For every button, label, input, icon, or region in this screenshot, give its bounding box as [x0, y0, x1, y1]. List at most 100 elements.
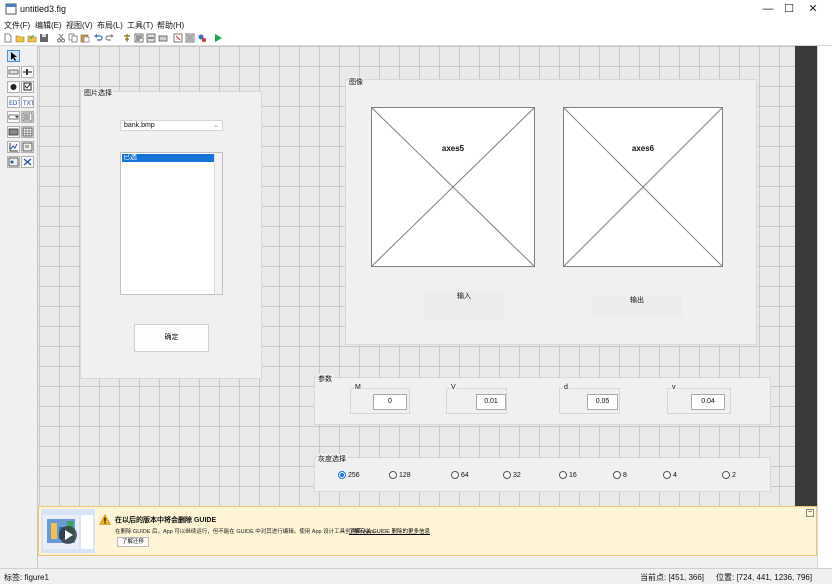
align-icon[interactable] [122, 33, 132, 43]
redo-icon[interactable] [105, 33, 115, 43]
popup-menu-icon [8, 114, 19, 120]
menu-file[interactable]: 文件(F) [4, 20, 30, 31]
image-list-box[interactable]: 已选 [120, 152, 223, 295]
menu-view[interactable]: 视图(V) [66, 20, 93, 31]
close-button[interactable]: ✕ [806, 2, 820, 16]
copy-icon[interactable] [68, 33, 78, 43]
list-box-icon [22, 112, 33, 122]
radio-indicator [613, 471, 621, 480]
arrow-pointer-icon [11, 52, 17, 61]
axes5-placeholder [372, 108, 534, 266]
status-position: 位置: [724, 441, 1236, 796] [716, 573, 813, 582]
run-icon[interactable] [213, 33, 223, 43]
banner-migrate-button[interactable]: 了解迁移 [117, 537, 149, 547]
param-m-group[interactable]: M 0 [350, 384, 410, 414]
image-popup-menu[interactable]: bank.bmp ⌄ [120, 120, 223, 131]
param-v-label: V [450, 384, 457, 391]
gray-level-panel[interactable]: 灰度选择 256 128 64 32 16 8 4 2 [314, 454, 771, 492]
banner-description: 在删除 GUIDE 后，App 可以继续运行，但不能在 GUIDE 中对其进行编… [115, 529, 379, 535]
maximize-button[interactable]: ☐ [782, 2, 796, 16]
palette-slider[interactable] [21, 66, 34, 78]
radio-64[interactable]: 64 [451, 471, 469, 480]
input-label: 输入 [424, 291, 504, 319]
tab-order-icon[interactable] [146, 33, 156, 43]
vertical-scrollbar[interactable] [817, 46, 832, 568]
palette-axes[interactable] [7, 141, 20, 153]
radio-16-label: 16 [569, 472, 577, 479]
palette-toggle-button[interactable] [7, 126, 20, 138]
menu-tools[interactable]: 工具(T) [127, 20, 153, 31]
video-thumbnail[interactable] [41, 509, 95, 553]
param-d-group[interactable]: d 0.05 [559, 384, 620, 414]
radio-256[interactable]: 256 [338, 471, 360, 480]
palette-push-button[interactable] [7, 66, 20, 78]
palette-popup-menu[interactable] [7, 111, 20, 123]
new-file-icon[interactable] [3, 33, 13, 43]
image-select-panel[interactable]: 图片选择 bank.bmp ⌄ 已选 确定 [80, 88, 262, 379]
edit-text-icon: EDT [9, 100, 21, 107]
list-scrollbar[interactable] [214, 153, 222, 294]
editor-icon[interactable] [173, 33, 183, 43]
radio-128[interactable]: 128 [389, 471, 411, 480]
param-v-lower-label: v [671, 384, 677, 391]
confirm-button[interactable]: 确定 [134, 324, 209, 352]
radio-8-label: 8 [623, 472, 627, 479]
design-canvas[interactable]: 图片选择 bank.bmp ⌄ 已选 确定 图像 axes5 axes6 输入 … [38, 46, 795, 506]
axes5[interactable]: axes5 [371, 107, 535, 267]
radio-indicator [722, 471, 730, 480]
palette-activex[interactable] [21, 156, 34, 168]
radio-256-label: 256 [348, 472, 360, 479]
cut-icon[interactable] [56, 33, 66, 43]
palette-check-box[interactable] [21, 81, 34, 93]
open-file-icon[interactable] [27, 33, 37, 43]
paste-icon[interactable] [80, 33, 90, 43]
menu-editor-icon[interactable] [134, 33, 144, 43]
param-m-input[interactable]: 0 [373, 394, 407, 410]
radio-64-label: 64 [461, 472, 469, 479]
menu-layout[interactable]: 布局(L) [97, 20, 123, 31]
palette-table[interactable] [21, 126, 34, 138]
status-current-point: 当前点: [451, 366] [640, 573, 705, 582]
menu-help[interactable]: 帮助(H) [157, 20, 184, 31]
open-file-icon[interactable] [15, 33, 25, 43]
image-popup-value: bank.bmp [124, 122, 155, 129]
palette-radio-button[interactable] [7, 81, 20, 93]
palette-static-text[interactable]: TXT [21, 96, 35, 108]
toolbar-editor-icon[interactable] [158, 33, 168, 43]
param-d-input[interactable]: 0.05 [587, 394, 618, 410]
param-v-group[interactable]: V 0.01 [446, 384, 507, 414]
status-tag: 标签: figure1 [4, 573, 49, 582]
property-inspector-icon[interactable] [185, 33, 195, 43]
palette-edit-text[interactable]: EDT [7, 96, 21, 108]
minimize-button[interactable]: — [761, 2, 775, 16]
list-item-selected[interactable]: 已选 [122, 154, 214, 162]
menu-edit[interactable]: 编辑(E) [35, 20, 62, 31]
radio-16[interactable]: 16 [559, 471, 577, 480]
palette-panel[interactable] [21, 141, 34, 153]
params-panel-title: 参数 [317, 374, 333, 384]
radio-2[interactable]: 2 [722, 471, 736, 480]
radio-32[interactable]: 32 [503, 471, 521, 480]
menu-bar: 文件(F) 编辑(E) 视图(V) 布局(L) 工具(T) 帮助(H) [0, 18, 832, 31]
param-v-input[interactable]: 0.01 [476, 394, 506, 410]
param-v-lower-input[interactable]: 0.04 [691, 394, 725, 410]
undo-icon[interactable] [93, 33, 103, 43]
object-browser-icon[interactable] [197, 33, 207, 43]
select-tool[interactable] [7, 50, 20, 62]
radio-indicator [389, 471, 397, 480]
minimize-banner-icon[interactable]: − [806, 509, 814, 517]
palette-list-box[interactable] [21, 111, 34, 123]
output-label: 输出 [592, 295, 682, 317]
image-panel[interactable]: 图像 axes5 axes6 输入 输出 [345, 77, 757, 345]
param-v-lower-group[interactable]: v 0.04 [667, 384, 731, 414]
banner-learn-more-link[interactable]: 了解有关 GUIDE 删除的更多信息 [349, 527, 430, 535]
params-panel[interactable]: 参数 M 0 V 0.01 d 0.05 v 0.04 [314, 374, 771, 425]
axes6[interactable]: axes6 [563, 107, 723, 267]
radio-8[interactable]: 8 [613, 471, 627, 480]
palette-button-group[interactable] [7, 156, 20, 168]
svg-text:EDT: EDT [9, 100, 19, 107]
save-icon[interactable] [39, 33, 49, 43]
radio-4[interactable]: 4 [663, 471, 677, 480]
table-icon [22, 127, 33, 137]
gray-level-panel-title: 灰度选择 [317, 454, 347, 464]
